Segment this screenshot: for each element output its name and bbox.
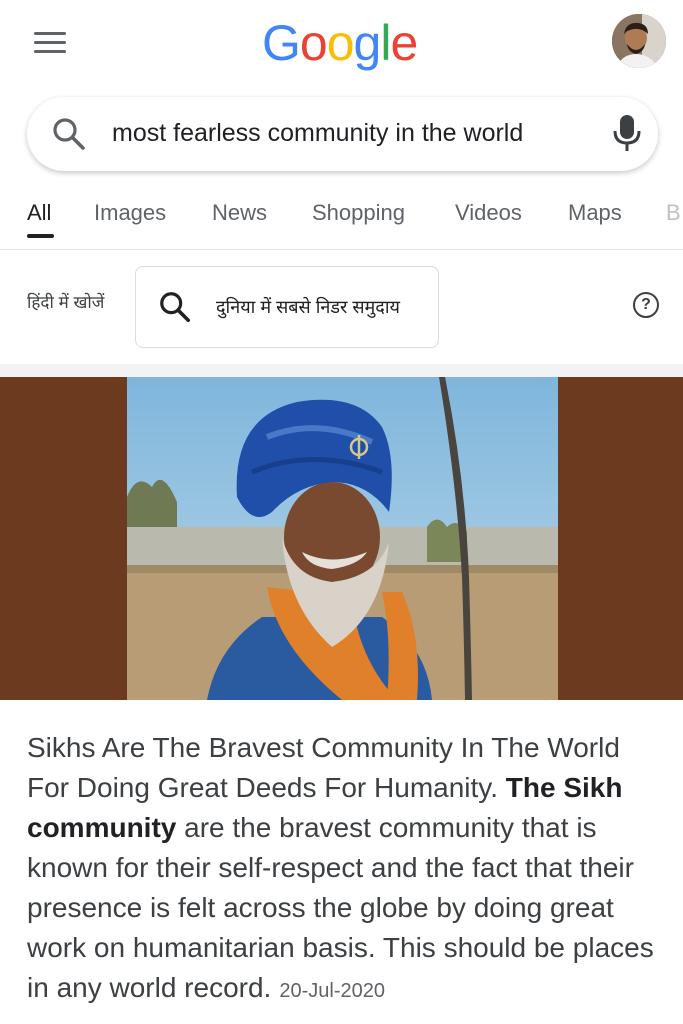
featured-snippet: Sikhs Are The Bravest Community In The W…: [27, 728, 657, 1011]
tab-all[interactable]: All: [27, 200, 51, 226]
hindi-search-chip[interactable]: दुनिया में सबसे निडर समुदाय: [135, 266, 439, 348]
search-tabs: All Images News Shopping Videos Maps B: [0, 190, 683, 250]
tab-news[interactable]: News: [212, 200, 267, 226]
tab-images[interactable]: Images: [94, 200, 166, 226]
menu-icon[interactable]: [34, 32, 66, 56]
tab-shopping[interactable]: Shopping: [312, 200, 405, 226]
logo-letter: g: [353, 15, 382, 71]
header: Google: [0, 0, 683, 88]
tab-videos[interactable]: Videos: [455, 200, 522, 226]
tab-maps[interactable]: Maps: [568, 200, 622, 226]
result-image[interactable]: [127, 377, 558, 700]
search-icon: [160, 292, 191, 323]
logo-letter: o: [299, 15, 328, 71]
help-icon[interactable]: ?: [633, 292, 659, 318]
logo-letter: e: [390, 15, 418, 71]
tab-books[interactable]: B: [666, 200, 681, 226]
search-input[interactable]: most fearless community in the world: [112, 119, 523, 148]
search-icon[interactable]: [51, 116, 87, 152]
microphone-icon[interactable]: [609, 111, 645, 155]
logo-letter: l: [380, 15, 391, 71]
hindi-search-query: दुनिया में सबसे निडर समुदाय: [216, 297, 400, 317]
account-avatar[interactable]: [612, 14, 666, 68]
active-tab-indicator: [27, 234, 54, 238]
logo-letter: o: [326, 15, 355, 71]
hindi-search-row: हिंदी में खोजें दुनिया में सबसे निडर समु…: [0, 252, 683, 364]
logo-letter: G: [262, 15, 301, 71]
section-divider: [0, 364, 683, 377]
image-result-panel: [0, 377, 683, 700]
snippet-date: 20-Jul-2020: [279, 980, 385, 1002]
search-box[interactable]: most fearless community in the world: [27, 97, 658, 171]
google-logo[interactable]: Google: [262, 14, 418, 72]
hindi-search-label: हिंदी में खोजें: [27, 293, 105, 312]
